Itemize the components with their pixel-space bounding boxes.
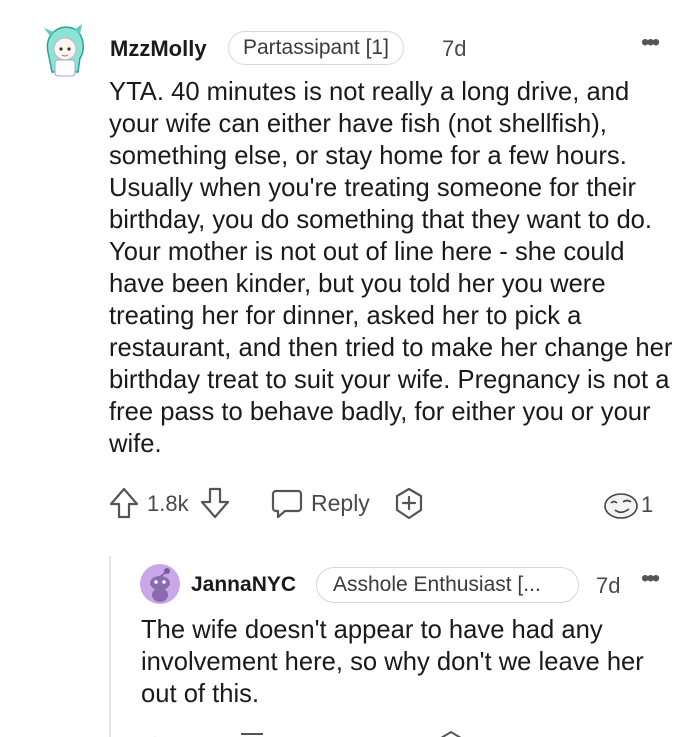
cutoff-action-icons	[154, 730, 462, 737]
upvote-arrow-icon	[109, 487, 139, 519]
snoo-avatar-icon	[140, 564, 180, 604]
reply-label: Reply	[311, 489, 370, 516]
more-options-icon[interactable]: •••	[641, 31, 660, 55]
reply-button[interactable]: Reply	[271, 487, 370, 519]
avatar-illustration-icon	[44, 24, 85, 77]
reply-username[interactable]: JannaNYC	[191, 573, 296, 597]
user-flair: Partassipant [1]	[228, 31, 404, 65]
reply-more-options-icon[interactable]: •••	[641, 567, 660, 591]
downvote-arrow-icon	[200, 487, 230, 519]
award-plus-icon	[395, 487, 423, 520]
thread-line[interactable]	[109, 556, 111, 737]
reply-user-flair: Asshole Enthusiast [...	[316, 567, 579, 603]
comment-age: 7d	[442, 36, 467, 61]
vote-count: 1.8k	[147, 491, 189, 516]
comment-action-bar: 1.8k Reply 1	[0, 482, 700, 528]
reply-body: The wife doesn't appear to have had any …	[141, 616, 644, 708]
give-award-button[interactable]	[393, 487, 425, 521]
awarded-emoji-icon	[604, 493, 638, 519]
speech-bubble-icon	[271, 489, 303, 519]
upvote-button[interactable]	[108, 486, 140, 520]
reply-age: 7d	[596, 573, 621, 598]
received-award[interactable]: 1	[603, 490, 653, 520]
reply-user-avatar[interactable]	[140, 564, 180, 604]
comment-username[interactable]: MzzMolly	[110, 36, 207, 62]
comment-body: YTA. 40 minutes is not really a long dri…	[109, 78, 673, 458]
award-count: 1	[641, 492, 654, 517]
user-avatar[interactable]	[38, 22, 90, 80]
reply-action-bar-peek	[141, 730, 521, 737]
downvote-button[interactable]	[199, 486, 231, 520]
